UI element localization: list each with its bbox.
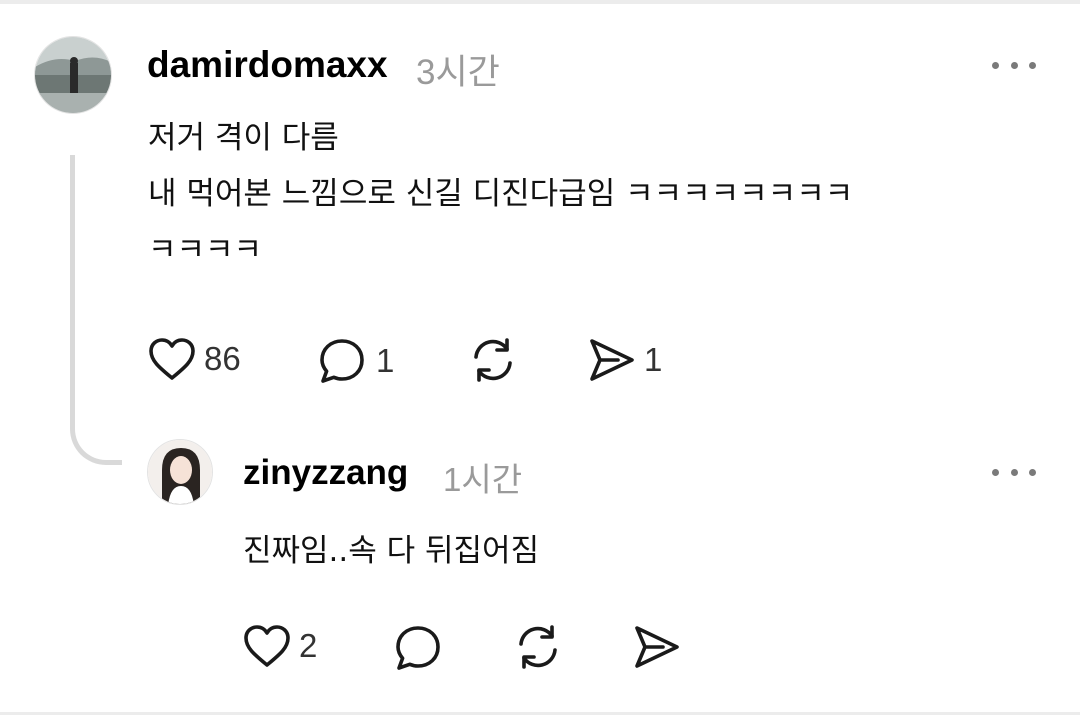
timestamp: 3시간 [416, 53, 500, 92]
heart-icon [244, 625, 290, 667]
timestamp: 1시간 [443, 461, 523, 498]
comment-bubble-icon [396, 626, 440, 670]
comment-bubble-icon [320, 339, 364, 383]
heart-icon [149, 338, 195, 380]
avatar[interactable] [147, 439, 213, 505]
like-count: 2 [299, 627, 318, 664]
post-text-line: 저거 격이 다름 [148, 120, 339, 156]
reply-count: 1 [376, 342, 395, 379]
avatar[interactable] [34, 36, 112, 114]
repost-arrows-icon [519, 625, 557, 669]
send-paper-plane-icon [590, 339, 634, 381]
post-text-line: 내 먹어본 느낌으로 신길 디진다급임 ㅋㅋㅋㅋㅋㅋㅋㅋ [148, 176, 854, 212]
share-count: 1 [644, 341, 663, 378]
like-button[interactable]: 2 [243, 624, 317, 668]
send-paper-plane-icon [635, 626, 679, 668]
repost-button[interactable] [513, 622, 563, 672]
reply-text: 진짜임..속 다 뒤집어짐 [243, 523, 539, 579]
reply-text-line: 진짜임..속 다 뒤집어짐 [243, 533, 540, 569]
reply-button[interactable] [394, 624, 444, 672]
repost-button[interactable] [468, 335, 518, 385]
like-button[interactable]: 86 [148, 337, 241, 381]
more-dots-icon[interactable] [992, 462, 1036, 482]
more-dots-icon[interactable] [992, 55, 1036, 75]
like-count: 86 [204, 340, 241, 377]
thread-line [70, 155, 122, 465]
repost-arrows-icon [474, 338, 512, 382]
username[interactable]: damirdomaxx [147, 44, 388, 86]
post-text: 저거 격이 다름 내 먹어본 느낌으로 신길 디진다급임 ㅋㅋㅋㅋㅋㅋㅋㅋ ㅋㅋ… [148, 110, 853, 278]
reply-button[interactable]: 1 [318, 337, 394, 385]
share-button[interactable]: 1 [588, 337, 662, 383]
username[interactable]: zinyzzang [243, 453, 408, 493]
top-divider [0, 0, 1080, 4]
post-text-line: ㅋㅋㅋㅋ [148, 232, 263, 268]
share-button[interactable] [633, 624, 681, 670]
